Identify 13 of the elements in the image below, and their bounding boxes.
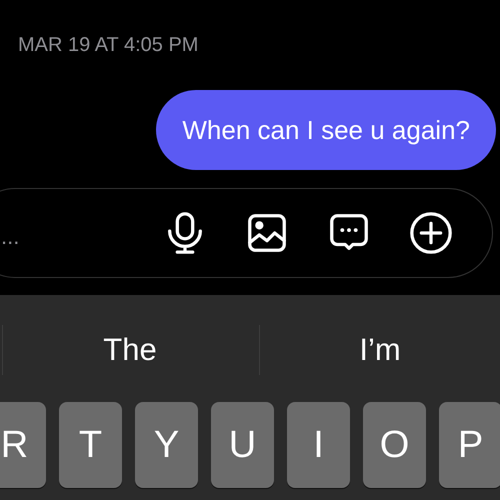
message-bubble: When can I see u again? bbox=[156, 90, 496, 170]
keyboard-key[interactable]: R bbox=[0, 402, 46, 488]
keyboard-key[interactable]: T bbox=[59, 402, 122, 488]
plus-circle-icon[interactable] bbox=[408, 210, 454, 256]
timestamp: MAR 19 AT 4:05 PM bbox=[18, 33, 200, 58]
keyboard-key[interactable]: O bbox=[363, 402, 426, 488]
suggestion[interactable]: I’m bbox=[260, 332, 500, 368]
keyboard-key[interactable]: Y bbox=[135, 402, 198, 488]
keyboard-key[interactable]: I bbox=[287, 402, 350, 488]
keyboard-key[interactable]: P bbox=[439, 402, 500, 488]
suggestion[interactable]: The bbox=[3, 332, 257, 368]
message-field[interactable]: ... bbox=[1, 216, 126, 250]
keyboard-key[interactable]: U bbox=[211, 402, 274, 488]
